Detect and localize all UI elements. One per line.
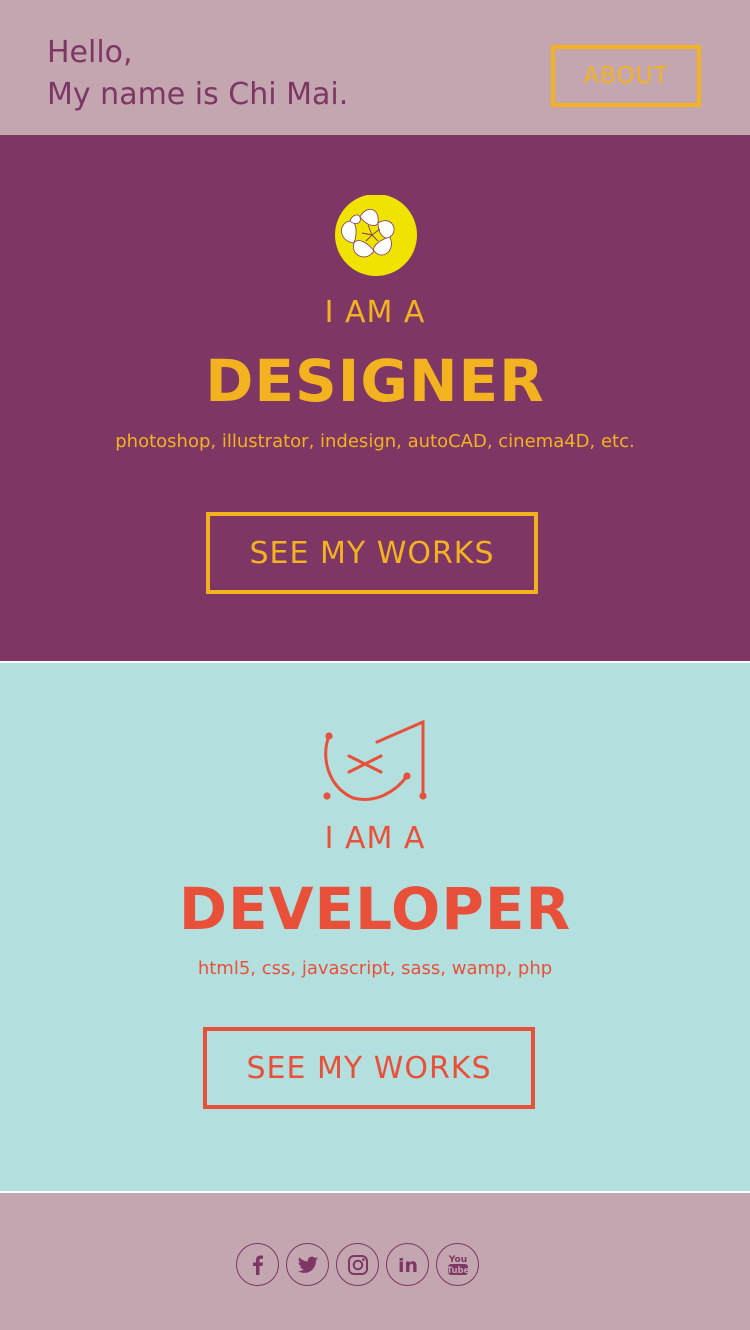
instagram-link[interactable] bbox=[336, 1243, 379, 1286]
greeting-line-1: Hello, bbox=[47, 35, 133, 70]
flower-icon bbox=[332, 194, 418, 281]
designer-skills: photoshop, illustrator, indesign, autoCA… bbox=[115, 431, 635, 452]
designer-intro: I AM A bbox=[324, 295, 426, 330]
footer: in You Tube bbox=[0, 1193, 750, 1328]
header: Hello, My name is Chi Mai. ABOUT bbox=[0, 0, 750, 135]
twitter-icon bbox=[297, 1256, 318, 1273]
developer-skills: html5, css, javascript, sass, wamp, php bbox=[197, 958, 553, 979]
linkedin-icon-text: in bbox=[397, 1255, 417, 1277]
about-button[interactable]: ABOUT bbox=[551, 45, 701, 107]
instagram-icon bbox=[347, 1254, 368, 1275]
twitter-link[interactable] bbox=[286, 1243, 329, 1286]
developer-monogram-icon bbox=[319, 719, 431, 808]
developer-section: I AM A DEVELOPER html5, css, javascript,… bbox=[0, 663, 750, 1193]
facebook-icon bbox=[252, 1255, 263, 1275]
youtube-icon: You Tube bbox=[446, 1255, 469, 1276]
linkedin-link[interactable]: in bbox=[386, 1243, 429, 1286]
designer-title: DESIGNER bbox=[205, 347, 545, 415]
developer-intro: I AM A bbox=[324, 821, 426, 856]
developer-title: DEVELOPER bbox=[178, 875, 572, 943]
facebook-link[interactable] bbox=[236, 1243, 279, 1286]
designer-works-button[interactable]: SEE MY WORKS bbox=[206, 512, 538, 594]
greeting: Hello, My name is Chi Mai. bbox=[47, 32, 348, 116]
youtube-icon-text-top: You bbox=[447, 1255, 466, 1265]
youtube-link[interactable]: You Tube bbox=[436, 1243, 479, 1286]
designer-section: I AM A DESIGNER photoshop, illustrator, … bbox=[0, 135, 750, 663]
social-links: in You Tube bbox=[236, 1243, 479, 1286]
greeting-line-2: My name is Chi Mai. bbox=[47, 77, 349, 112]
linkedin-icon: in bbox=[397, 1255, 417, 1277]
developer-works-button[interactable]: SEE MY WORKS bbox=[203, 1027, 535, 1109]
youtube-icon-text-bottom: Tube bbox=[446, 1266, 469, 1276]
